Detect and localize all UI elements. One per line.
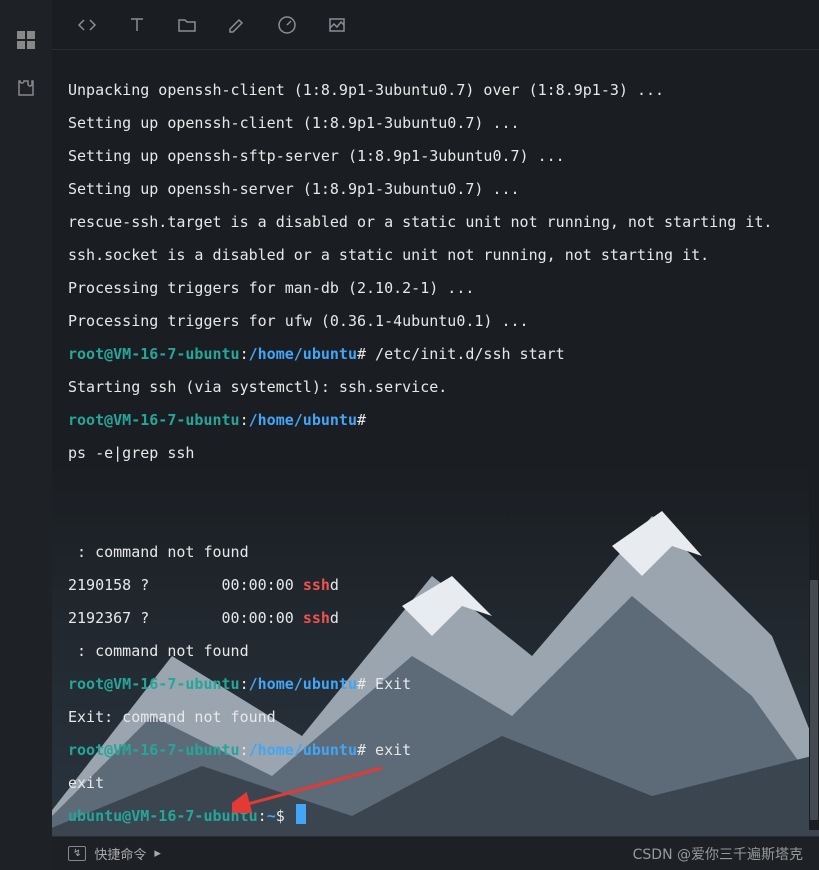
terminal-line: 2192367 ? 00:00:00 sshd — [68, 602, 803, 635]
toolbar — [52, 0, 819, 50]
folder-icon[interactable] — [176, 14, 198, 36]
terminal-line: : command not found — [68, 536, 803, 569]
terminal-line: ubuntu@VM-16-7-ubuntu:~$ — [68, 800, 803, 833]
terminal-line: exit — [68, 767, 803, 800]
text-icon[interactable] — [126, 14, 148, 36]
play-icon: ▸ — [154, 846, 161, 861]
bottom-bar: ↯ 快捷命令 ▸ CSDN @爱你三千遍斯塔克 — [52, 836, 819, 870]
quick-command-label: 快捷命令 — [94, 844, 146, 863]
scrollbar[interactable] — [809, 50, 819, 830]
terminal-line: ps -e|grep ssh — [68, 437, 803, 470]
edit-icon[interactable] — [226, 14, 248, 36]
watermark-text: CSDN @爱你三千遍斯塔克 — [633, 844, 803, 864]
terminal-line: Processing triggers for man-db (2.10.2-1… — [68, 272, 803, 305]
terminal-line: root@VM-16-7-ubuntu:/home/ubuntu# — [68, 404, 803, 437]
terminal-line: Processing triggers for ufw (0.36.1-4ubu… — [68, 305, 803, 338]
terminal-line: Setting up openssh-sftp-server (1:8.9p1-… — [68, 140, 803, 173]
code-icon[interactable] — [76, 14, 98, 36]
terminal-line: Starting ssh (via systemctl): ssh.servic… — [68, 371, 803, 404]
terminal-line: Unpacking openssh-client (1:8.9p1-3ubunt… — [68, 74, 803, 107]
quick-command-button[interactable]: ↯ 快捷命令 ▸ — [68, 844, 161, 863]
image-icon[interactable] — [326, 14, 348, 36]
terminal-line: Setting up openssh-server (1:8.9p1-3ubun… — [68, 173, 803, 206]
gauge-icon[interactable] — [276, 14, 298, 36]
terminal-line: 2190158 ? 00:00:00 sshd — [68, 569, 803, 602]
lightning-icon: ↯ — [68, 846, 86, 861]
dashboard-icon[interactable] — [14, 28, 38, 52]
left-sidebar — [0, 0, 52, 870]
terminal-line: root@VM-16-7-ubuntu:/home/ubuntu# Exit — [68, 668, 803, 701]
scrollbar-thumb[interactable] — [810, 580, 818, 820]
terminal-line: root@VM-16-7-ubuntu:/home/ubuntu# /etc/i… — [68, 338, 803, 371]
terminal-line — [68, 503, 803, 536]
terminal-output: Unpacking openssh-client (1:8.9p1-3ubunt… — [52, 50, 819, 836]
terminal-line: ssh.socket is a disabled or a static uni… — [68, 239, 803, 272]
terminal-line: rescue-ssh.target is a disabled or a sta… — [68, 206, 803, 239]
terminal-line: root@VM-16-7-ubuntu:/home/ubuntu# exit — [68, 734, 803, 767]
terminal-line: Setting up openssh-client (1:8.9p1-3ubun… — [68, 107, 803, 140]
terminal-line — [68, 470, 803, 503]
terminal-line: : command not found — [68, 635, 803, 668]
terminal-area[interactable]: Unpacking openssh-client (1:8.9p1-3ubunt… — [52, 50, 819, 836]
terminal-line: Exit: command not found — [68, 701, 803, 734]
extension-icon[interactable] — [14, 76, 38, 100]
